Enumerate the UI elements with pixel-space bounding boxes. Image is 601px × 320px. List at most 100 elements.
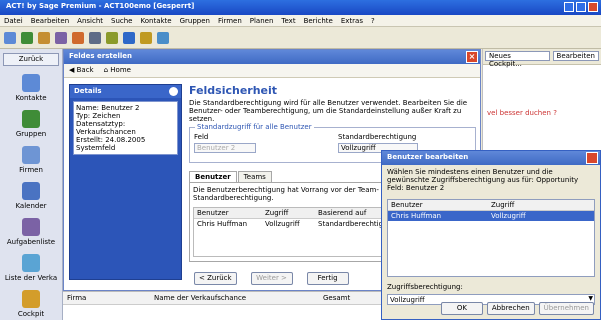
- menu-datei[interactable]: Datei: [4, 17, 23, 25]
- tasklist-icon: [22, 218, 40, 236]
- next-step-button[interactable]: Weiter >: [250, 272, 293, 285]
- dialog-title: Benutzer bearbeiten: [387, 153, 469, 161]
- maximize-icon[interactable]: [576, 2, 586, 12]
- main-toolbar: [0, 27, 601, 49]
- help-icon[interactable]: [123, 31, 135, 44]
- group-title: Standardzugriff für alle Benutzer: [195, 123, 314, 131]
- app-title-bar: ACT! by Sage Premium - ACT100emo [Gesper…: [0, 0, 601, 15]
- sales-icon: [22, 254, 40, 272]
- group-icon[interactable]: [21, 31, 33, 44]
- window-controls: [564, 2, 598, 12]
- menu-berichte[interactable]: Berichte: [304, 17, 333, 25]
- write-icon[interactable]: [38, 31, 50, 44]
- collapse-icon[interactable]: [169, 87, 178, 96]
- wizard-home-button[interactable]: ⌂ Home: [104, 66, 131, 75]
- menu-ansicht[interactable]: Ansicht: [77, 17, 103, 25]
- column-opportunity-name[interactable]: Name der Verkaufschance: [154, 294, 321, 302]
- nav-item-3[interactable]: Kalender: [0, 182, 62, 210]
- field-input: Benutzer 2: [194, 143, 256, 153]
- wizard-title-bar: Feldes erstellen ×: [64, 50, 480, 64]
- dialog-user-list: Benutzer Zugriff Chris Huffman Vollzugri…: [387, 199, 595, 277]
- cockpit-icon: [22, 290, 40, 308]
- edit-users-dialog: Benutzer bearbeiten Wählen Sie mindesten…: [381, 150, 601, 320]
- calendar-icon[interactable]: [72, 31, 84, 44]
- nav-item-label: Kalender: [15, 202, 47, 210]
- dialog-instructions: Wählen Sie mindestens einen Benutzer und…: [387, 168, 579, 192]
- nav-item-label: Liste der Verka: [4, 274, 58, 282]
- back-button[interactable]: Zurück: [3, 53, 59, 66]
- finish-button[interactable]: Fertig: [306, 272, 349, 285]
- groups-icon: [22, 110, 40, 128]
- nav-item-5[interactable]: Liste der Verka: [0, 254, 62, 282]
- menu-firmen[interactable]: Firmen: [218, 17, 242, 25]
- mail-icon[interactable]: [106, 31, 118, 44]
- companies-icon: [22, 146, 40, 164]
- details-text: Name: Benutzer 2 Typ: Zeichen Datensatzt…: [73, 101, 178, 155]
- apply-button[interactable]: Übernehmen: [538, 302, 594, 315]
- list-header: Benutzer Zugriff: [388, 200, 594, 211]
- tab-teams[interactable]: Teams: [237, 171, 272, 182]
- nav-item-label: Cockpit: [17, 310, 45, 318]
- menu-bar: Datei Bearbeiten Ansicht Suche Kontakte …: [0, 15, 601, 27]
- calendar-icon: [22, 182, 40, 200]
- list-item[interactable]: Chris Huffman Vollzugriff: [388, 211, 594, 221]
- description-text: Die Standardberechtigung wird für alle B…: [189, 99, 468, 123]
- cell-user: Chris Huffman: [197, 220, 248, 228]
- new-cockpit-button[interactable]: Neues Cockpit...: [485, 51, 550, 68]
- close-icon[interactable]: [588, 2, 598, 12]
- contacts-icon: [22, 74, 40, 92]
- nav-item-4[interactable]: Aufgabenliste: [0, 218, 62, 246]
- menu-gruppen[interactable]: Gruppen: [180, 17, 210, 25]
- wizard-title: Feldes erstellen: [69, 52, 132, 60]
- column-company[interactable]: Firma: [67, 294, 152, 302]
- list-icon[interactable]: [89, 31, 101, 44]
- nav-item-label: Kontakte: [15, 94, 47, 102]
- default-permission-label: Standardberechtigung: [338, 133, 417, 141]
- contacts-icon[interactable]: [4, 31, 16, 44]
- close-icon[interactable]: ×: [466, 51, 478, 63]
- dialog-title-bar: Benutzer bearbeiten: [382, 151, 600, 165]
- nav-item-0[interactable]: Kontakte: [0, 74, 62, 102]
- close-icon[interactable]: [586, 152, 598, 164]
- nav-item-label: Gruppen: [15, 130, 47, 138]
- nav-item-1[interactable]: Gruppen: [0, 110, 62, 138]
- menu-suche[interactable]: Suche: [111, 17, 132, 25]
- page-title: Feldsicherheit: [189, 84, 278, 97]
- column-user: Benutzer: [197, 209, 229, 217]
- dialog-buttons: OK Abbrechen Übernehmen: [440, 302, 594, 315]
- ok-button[interactable]: OK: [440, 302, 483, 315]
- menu-bearbeiten[interactable]: Bearbeiten: [31, 17, 69, 25]
- details-panel: Details Name: Benutzer 2 Typ: Zeichen Da…: [69, 84, 182, 280]
- menu-planen[interactable]: Planen: [250, 17, 274, 25]
- nav-item-label: Aufgabenliste: [6, 238, 56, 246]
- minimize-icon[interactable]: [564, 2, 574, 12]
- favorites-icon[interactable]: [140, 31, 152, 44]
- column-user: Benutzer: [391, 201, 423, 209]
- menu-extras[interactable]: Extras: [341, 17, 363, 25]
- lookup-icon[interactable]: [157, 31, 169, 44]
- nav-item-label: Firmen: [19, 166, 43, 174]
- app-title: ACT! by Sage Premium - ACT100emo [Gesper…: [6, 2, 195, 10]
- cockpit-link[interactable]: vel besser duchen ?: [487, 109, 601, 117]
- field-label: Feld: [194, 133, 209, 141]
- edit-cockpit-button[interactable]: Bearbeiten: [552, 51, 599, 61]
- attach-icon[interactable]: [55, 31, 67, 44]
- access-label: Zugriffsberechtigung:: [387, 283, 463, 291]
- menu-text[interactable]: Text: [281, 17, 295, 25]
- back-step-button[interactable]: < Zurück: [194, 272, 237, 285]
- navigation-bar: Zurück Kontakte Gruppen Firmen Kalender Aufg…: [0, 49, 63, 320]
- details-header: Details: [70, 85, 181, 98]
- wizard-buttons: < Zurück Weiter > Fertig: [194, 272, 349, 285]
- wizard-nav: ◀ Back ⌂ Home: [64, 64, 480, 78]
- menu-help[interactable]: ?: [371, 17, 375, 25]
- cancel-button[interactable]: Abbrechen: [486, 302, 535, 315]
- nav-item-6[interactable]: Cockpit: [0, 290, 62, 318]
- cockpit-toolbar: Neues Cockpit... Bearbeiten: [483, 49, 601, 68]
- tab-users[interactable]: Benutzer: [189, 171, 237, 182]
- column-access: Zugriff: [265, 209, 289, 217]
- cell-access: Vollzugriff: [265, 220, 300, 228]
- menu-kontakte[interactable]: Kontakte: [141, 17, 172, 25]
- nav-item-2[interactable]: Firmen: [0, 146, 62, 174]
- column-access: Zugriff: [491, 201, 515, 209]
- wizard-back-button[interactable]: ◀ Back: [69, 66, 94, 75]
